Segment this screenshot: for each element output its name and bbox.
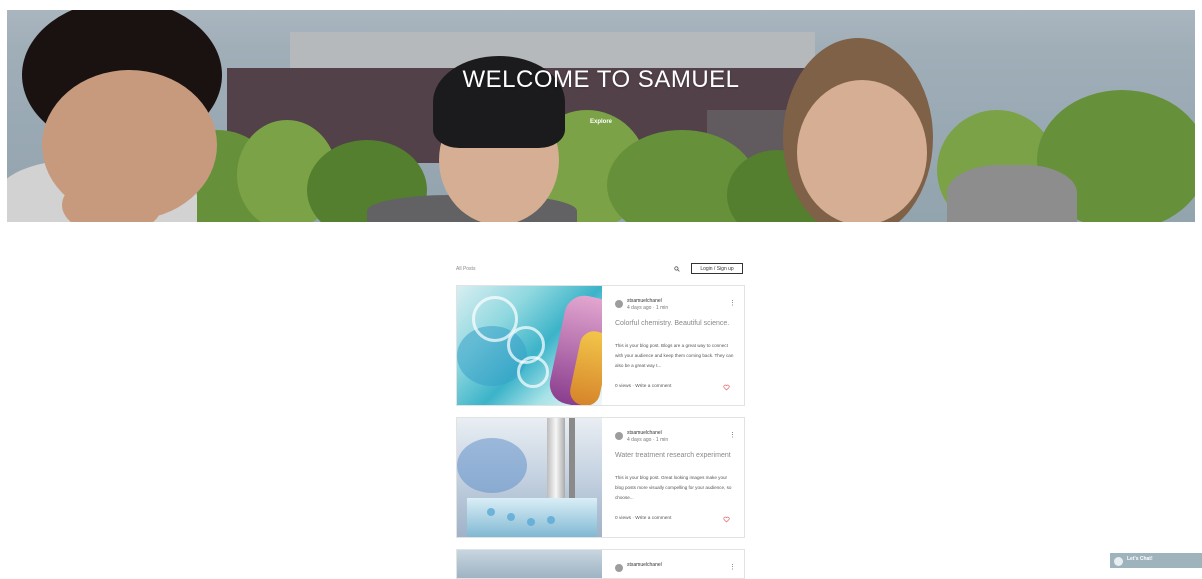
author-name[interactable]: stsamuelchanel bbox=[627, 298, 662, 304]
more-options-icon[interactable]: ⋮ bbox=[729, 300, 736, 308]
explore-link[interactable]: Explore bbox=[7, 119, 1195, 125]
post-body: stsamuelchanel ⋮ bbox=[615, 550, 736, 578]
chat-widget[interactable]: Let's Chat! bbox=[1110, 553, 1202, 568]
post-card[interactable]: stsamuelchanel 4 days ago · 1 min ⋮ Wate… bbox=[456, 417, 745, 538]
login-signup-button[interactable]: Login / Sign up bbox=[691, 263, 743, 274]
author-avatar[interactable] bbox=[615, 300, 623, 308]
post-stats[interactable]: 0 views · Write a comment bbox=[615, 516, 671, 521]
thumb-shape bbox=[547, 516, 555, 524]
post-title[interactable]: Water treatment research experiment bbox=[615, 451, 735, 460]
post-thumbnail[interactable] bbox=[457, 286, 602, 405]
more-options-icon[interactable]: ⋮ bbox=[729, 564, 736, 572]
thumb-shape bbox=[457, 438, 527, 493]
thumb-shape bbox=[527, 518, 535, 526]
post-body: stsamuelchanel 4 days ago · 1 min ⋮ Wate… bbox=[615, 418, 736, 537]
hero-title: WELCOME TO SAMUEL bbox=[462, 66, 740, 93]
post-thumbnail[interactable] bbox=[457, 418, 602, 537]
search-icon[interactable] bbox=[674, 266, 680, 272]
post-stats[interactable]: 0 views · Write a comment bbox=[615, 384, 671, 389]
author-avatar[interactable] bbox=[615, 564, 623, 572]
heart-icon[interactable] bbox=[723, 516, 730, 523]
post-thumbnail[interactable] bbox=[457, 550, 602, 578]
post-body: stsamuelchanel 4 days ago · 1 min ⋮ Colo… bbox=[615, 286, 736, 405]
blog-toolbar: All Posts Login / Sign up bbox=[456, 263, 745, 276]
post-meta: 4 days ago · 1 min bbox=[627, 437, 669, 443]
thumb-shape bbox=[547, 418, 565, 498]
more-options-icon[interactable]: ⋮ bbox=[729, 432, 736, 440]
heart-icon[interactable] bbox=[723, 384, 730, 391]
author-name[interactable]: stsamuelchanel bbox=[627, 562, 662, 568]
post-card[interactable]: stsamuelchanel ⋮ bbox=[456, 549, 745, 579]
author-avatar[interactable] bbox=[615, 432, 623, 440]
post-card[interactable]: stsamuelchanel 4 days ago · 1 min ⋮ Colo… bbox=[456, 285, 745, 406]
thumb-shape bbox=[517, 356, 549, 388]
hero-overlay bbox=[7, 10, 1195, 222]
post-excerpt: This is your blog post. Great looking im… bbox=[615, 475, 732, 500]
post-title[interactable]: Colorful chemistry. Beautiful science. bbox=[615, 319, 735, 328]
chat-bubble-icon[interactable] bbox=[1114, 557, 1123, 566]
all-posts-tab[interactable]: All Posts bbox=[456, 266, 475, 272]
thumb-shape bbox=[507, 513, 515, 521]
author-name[interactable]: stsamuelchanel bbox=[627, 430, 662, 436]
thumb-shape bbox=[569, 418, 575, 508]
chat-label[interactable]: Let's Chat! bbox=[1127, 556, 1153, 562]
thumb-shape bbox=[487, 508, 495, 516]
post-meta: 4 days ago · 1 min bbox=[627, 305, 669, 311]
hero-banner: WELCOME TO SAMUEL Explore bbox=[7, 10, 1195, 222]
post-excerpt: This is your blog post. Blogs are a grea… bbox=[615, 343, 734, 368]
